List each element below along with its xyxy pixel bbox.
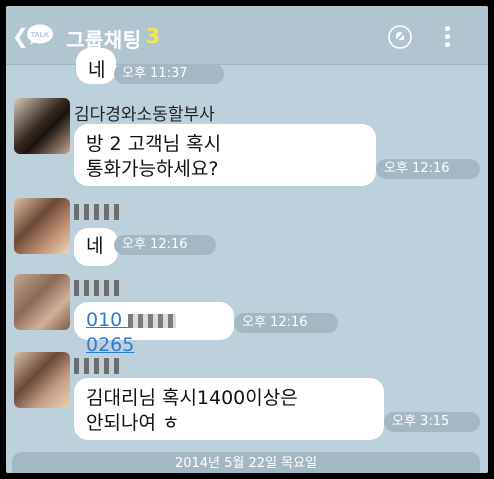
message-text: 네 [86,235,104,257]
chat-screen: ❮ TALK 그룹채팅 3 네 오후 11:37 김다경와소동할부사 방 2 고… [6,6,488,473]
mute-bell-icon[interactable] [388,25,412,49]
date-divider: 2014년 5월 22일 목요일 [12,452,480,473]
more-menu-icon[interactable] [442,23,452,51]
message-bubble: 방 2 고객님 혹시 통화가능하세요? [74,124,376,186]
avatar[interactable] [14,198,70,254]
message-text-line: 통화가능하세요? [86,158,219,180]
message-bubble: 김대리님 혹시1400이상은 안되나여 ㅎ [74,378,384,440]
avatar[interactable] [14,352,70,408]
message-bubble: 네 [74,228,118,266]
avatar[interactable] [14,274,70,330]
phone-link[interactable]: 010 0265 [86,309,177,356]
sender-name-redacted [74,202,124,222]
sender-name-redacted [74,278,124,298]
message-bubble: 네 [76,48,116,84]
sender-name-redacted [74,356,124,376]
sender-name: 김다경와소동할부사 [74,105,215,125]
avatar[interactable] [14,98,70,154]
message-text-line: 안되나여 ㅎ [86,412,180,434]
member-count: 3 [146,24,160,48]
message-time: 오후 11:37 [114,64,224,84]
message-time: 오후 12:16 [234,313,338,333]
message-text-line: 김대리님 혹시1400이상은 [86,387,298,409]
message-text-line: 방 2 고객님 혹시 [86,133,222,155]
kakaotalk-logo-icon[interactable]: TALK [26,24,54,46]
message-text: 네 [88,59,106,81]
message-time: 오후 3:15 [384,412,480,432]
message-bubble: 010 0265 [74,302,234,356]
message-time: 오후 12:16 [376,159,480,179]
logo-text: TALK [31,32,49,39]
message-time: 오후 12:16 [114,235,216,255]
device-frame: ❮ TALK 그룹채팅 3 네 오후 11:37 김다경와소동할부사 방 2 고… [0,0,494,479]
